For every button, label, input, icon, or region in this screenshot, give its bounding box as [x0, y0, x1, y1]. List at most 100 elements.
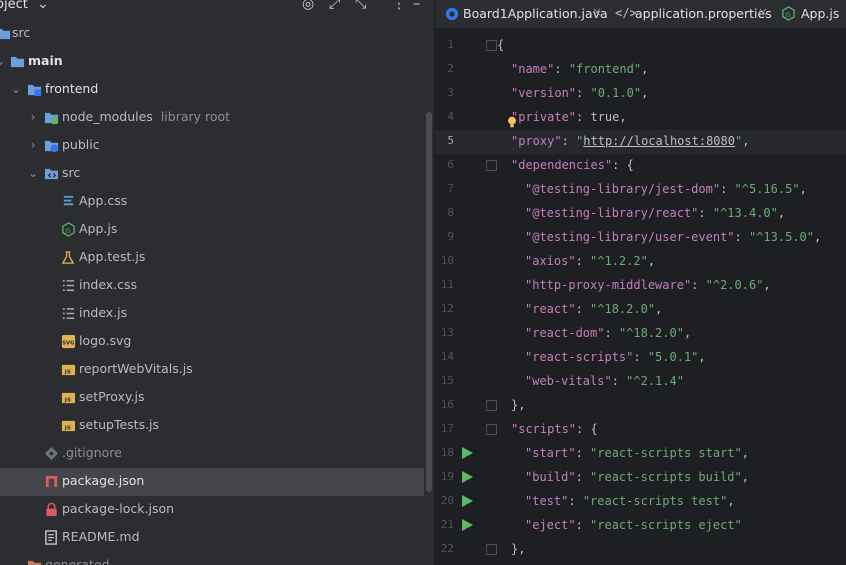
- code-text: "eject": "react-scripts eject": [525, 518, 742, 532]
- code-text: },: [511, 542, 526, 556]
- code-line[interactable]: 21 "eject": "react-scripts eject": [435, 514, 846, 538]
- code-line[interactable]: 5 "proxy": "http://localhost:8080",: [435, 130, 846, 154]
- tab-label: Board1Application.java: [463, 6, 608, 21]
- code-line[interactable]: 1{: [435, 34, 846, 58]
- tree-row-src-root[interactable]: src: [0, 20, 424, 48]
- chevron-right-icon[interactable]: ›: [27, 138, 39, 152]
- code-line[interactable]: 20 "test": "react-scripts test",: [435, 490, 846, 514]
- code-line[interactable]: 14 "react-scripts": "5.0.1",: [435, 346, 846, 370]
- tree-row-readme[interactable]: README.md: [0, 524, 424, 552]
- fold-icon[interactable]: [486, 40, 497, 51]
- text-file-icon: [62, 308, 75, 319]
- code-text: "react-scripts": "5.0.1",: [525, 350, 706, 364]
- code-text: {: [497, 38, 505, 52]
- chevron-down-icon[interactable]: ⌄: [27, 166, 39, 180]
- hide-panel-icon[interactable]: –: [413, 0, 420, 12]
- code-line[interactable]: 2 "name": "frontend",: [435, 58, 846, 82]
- tree-row-setup-tests[interactable]: JS setupTests.js: [0, 412, 424, 440]
- code-text: "http-proxy-middleware": "^2.0.6",: [525, 278, 771, 292]
- library-folder-icon: [44, 112, 59, 125]
- run-script-icon[interactable]: [462, 519, 473, 531]
- folder-icon: [27, 560, 42, 565]
- tree-row-package-lock[interactable]: package-lock.json: [0, 496, 424, 524]
- tab-label: App.js: [801, 6, 840, 21]
- tree-row-public[interactable]: › public: [0, 132, 424, 160]
- code-line[interactable]: 22},: [435, 538, 846, 562]
- code-line[interactable]: 9 "@testing-library/user-event": "^13.5.0…: [435, 226, 846, 250]
- tree-item-label: public: [62, 137, 100, 152]
- tree-row-logo-svg[interactable]: SVG logo.svg: [0, 328, 424, 356]
- tree-row-frontend[interactable]: ⌄ frontend: [0, 76, 424, 104]
- line-number: 1: [447, 38, 454, 51]
- close-icon[interactable]: ×: [758, 5, 768, 19]
- code-line[interactable]: 13 "react-dom": "^18.2.0",: [435, 322, 846, 346]
- tree-row-gitignore[interactable]: .gitignore: [0, 440, 424, 468]
- project-panel-title[interactable]: oject: [0, 0, 28, 12]
- code-line[interactable]: 17 "scripts": {: [435, 418, 846, 442]
- code-line[interactable]: 11 "http-proxy-middleware": "^2.0.6",: [435, 274, 846, 298]
- tree-row-index-js[interactable]: index.js: [0, 300, 424, 328]
- tree-row-main[interactable]: ⌄ main: [0, 48, 424, 76]
- code-text: "@testing-library/user-event": "^13.5.0"…: [525, 230, 822, 244]
- project-panel-scrollbar[interactable]: [426, 112, 432, 492]
- tree-row-app-js[interactable]: JS App.js: [0, 216, 424, 244]
- code-editor[interactable]: 1{2 "name": "frontend", 3 "version": "0.1.0…: [435, 29, 846, 565]
- close-icon[interactable]: ×: [592, 5, 602, 19]
- npm-file-icon: [45, 475, 58, 488]
- code-line[interactable]: 4 "private": true,: [435, 106, 846, 130]
- tree-item-label: main: [28, 53, 63, 68]
- line-number: 2: [447, 62, 454, 75]
- tab-board1-application[interactable]: Board1Application.java ×: [435, 0, 608, 28]
- run-script-icon[interactable]: [462, 471, 473, 483]
- tree-item-label: .gitignore: [62, 445, 122, 460]
- code-line[interactable]: 19 "build": "react-scripts build",: [435, 466, 846, 490]
- tree-row-src[interactable]: ⌄ src: [0, 160, 424, 188]
- fold-icon[interactable]: [486, 544, 497, 555]
- chevron-down-icon[interactable]: ⌄: [10, 82, 22, 96]
- line-number: 12: [440, 302, 454, 315]
- fold-icon[interactable]: [486, 400, 497, 411]
- run-script-icon[interactable]: [462, 495, 473, 507]
- code-line[interactable]: 15 "web-vitals": "^2.1.4": [435, 370, 846, 394]
- tree-item-label: src: [12, 25, 31, 40]
- line-number: 14: [440, 350, 454, 363]
- tree-row-package-json[interactable]: package.json: [0, 468, 424, 496]
- code-line[interactable]: 10 "axios": "^1.2.2",: [435, 250, 846, 274]
- code-line[interactable]: 18 "start": "react-scripts start",: [435, 442, 846, 466]
- chevron-down-icon[interactable]: ⌄: [0, 54, 6, 68]
- intention-bulb-icon[interactable]: [505, 115, 519, 129]
- tab-app-js[interactable]: JS App.js: [777, 0, 846, 28]
- tree-row-generated[interactable]: generated: [0, 552, 424, 565]
- tab-application-properties[interactable]: </> application.properties ×: [607, 0, 777, 28]
- code-line[interactable]: 8 "@testing-library/react": "^13.4.0",: [435, 202, 846, 226]
- tree-row-report-web-vitals[interactable]: JS reportWebVitals.js: [0, 356, 424, 384]
- run-script-icon[interactable]: [462, 447, 473, 459]
- tree-row-set-proxy[interactable]: JS setProxy.js: [0, 384, 424, 412]
- tree-row-index-css[interactable]: index.css: [0, 272, 424, 300]
- code-line[interactable]: 7 "@testing-library/jest-dom": "^5.16.5",: [435, 178, 846, 202]
- locate-icon[interactable]: ◎: [302, 0, 314, 12]
- tree-row-app-css[interactable]: App.css: [0, 188, 424, 216]
- line-number: 18: [440, 446, 454, 459]
- chevron-down-icon[interactable]: ⌄: [37, 0, 49, 12]
- code-line[interactable]: 12 "react": "^18.2.0",: [435, 298, 846, 322]
- expand-all-icon[interactable]: ⤢: [329, 0, 340, 12]
- line-number: 15: [440, 374, 454, 387]
- more-options-icon[interactable]: ⋮: [392, 0, 406, 12]
- code-line[interactable]: 16},: [435, 394, 846, 418]
- collapse-all-icon[interactable]: ⤡: [355, 0, 366, 12]
- tree-item-label: index.js: [79, 305, 128, 320]
- code-text: "axios": "^1.2.2",: [525, 254, 656, 268]
- svg-text:JS: JS: [64, 369, 71, 375]
- code-line[interactable]: 6 "dependencies": {: [435, 154, 846, 178]
- code-text: "react": "^18.2.0",: [525, 302, 663, 316]
- fold-icon[interactable]: [486, 424, 497, 435]
- code-text: "@testing-library/react": "^13.4.0",: [525, 206, 786, 220]
- fold-icon[interactable]: [486, 160, 497, 171]
- tree-row-node-modules[interactable]: › node_modules library root: [0, 104, 424, 132]
- tree-row-app-test-js[interactable]: App.test.js: [0, 244, 424, 272]
- code-line[interactable]: 3 "version": "0.1.0",: [435, 82, 846, 106]
- css-file-icon: [63, 195, 74, 206]
- svg-text:JS: JS: [64, 425, 71, 431]
- chevron-right-icon[interactable]: ›: [27, 110, 39, 124]
